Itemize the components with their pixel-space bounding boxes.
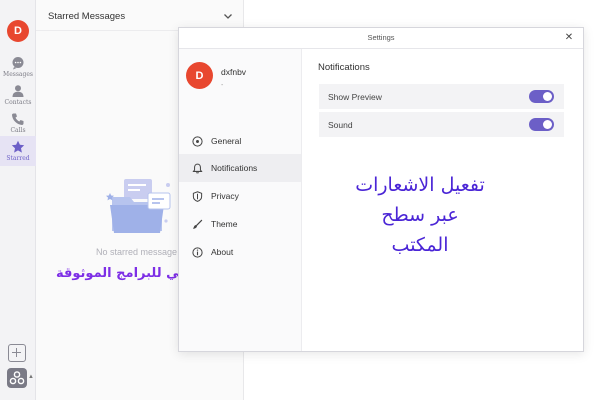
toggle-label: Show Preview (328, 91, 382, 102)
add-square-icon[interactable] (8, 344, 26, 362)
profile-avatar[interactable]: D (186, 62, 213, 89)
rail-item-starred[interactable]: Starred (0, 136, 36, 166)
info-icon (192, 246, 203, 258)
rail-item-label: Messages (3, 71, 33, 78)
nav-item-privacy[interactable]: Privacy (179, 182, 301, 210)
rail-item-messages[interactable]: Messages (0, 52, 36, 82)
rail-avatar[interactable]: D (7, 20, 29, 42)
overlay-caption-line: تفعيل الاشعارات (355, 174, 485, 196)
toggle-knob (543, 120, 552, 129)
toggle-row-sound: Sound (319, 112, 564, 137)
sound-toggle[interactable] (529, 118, 554, 131)
toggle-row-show-preview: Show Preview (319, 84, 564, 109)
nav-item-label: Notifications (211, 163, 258, 173)
close-icon[interactable]: ✕ (563, 32, 575, 44)
toggle-label: Sound (328, 119, 353, 130)
overlay-caption-line: عبر سطح المكتب (381, 204, 459, 256)
settings-nav: D dxfnbv - General Notifications Privacy… (179, 49, 302, 351)
profile-status: - (221, 82, 224, 89)
nav-item-label: Privacy (211, 191, 239, 201)
brush-icon (193, 219, 203, 229)
show-preview-toggle[interactable] (529, 90, 554, 103)
person-icon (12, 85, 24, 97)
starred-header: Starred Messages (48, 11, 126, 22)
nav-item-notifications[interactable]: Notifications (179, 154, 301, 182)
nav-item-about[interactable]: About (179, 238, 301, 266)
overlay-caption-right: تفعيل الاشعارات عبر سطح المكتب (350, 170, 490, 260)
nav-item-general[interactable]: General (179, 127, 301, 155)
rail-item-calls[interactable]: Calls (0, 108, 36, 138)
rail-item-contacts[interactable]: Contacts (0, 80, 36, 110)
phone-icon (12, 113, 24, 125)
apps-icon[interactable] (7, 368, 27, 388)
bell-icon (192, 163, 203, 173)
rail-item-label: Starred (6, 155, 30, 162)
nav-item-theme[interactable]: Theme (179, 210, 301, 238)
profile-name: dxfnbv (221, 67, 247, 77)
content-title: Notifications (318, 62, 370, 73)
empty-state-text: No starred message (96, 247, 178, 257)
shield-icon (192, 190, 203, 202)
nav-item-label: General (211, 136, 242, 146)
nav-item-label: Theme (211, 219, 238, 229)
apps-glyph-icon (9, 371, 25, 385)
left-rail: D Messages Contacts Calls Starred ▲ (0, 0, 36, 400)
chat-bubble-icon (12, 57, 24, 70)
nav-item-label: About (211, 247, 234, 257)
caret-up-icon[interactable]: ▲ (28, 374, 34, 380)
general-circle-icon (192, 135, 203, 147)
star-icon (11, 140, 25, 153)
settings-title: Settings (367, 33, 395, 42)
chevron-down-icon[interactable] (222, 10, 234, 22)
rail-item-label: Contacts (4, 99, 32, 106)
toggle-knob (543, 92, 552, 101)
empty-folder-illustration-icon (106, 179, 171, 233)
rail-item-label: Calls (10, 127, 26, 134)
